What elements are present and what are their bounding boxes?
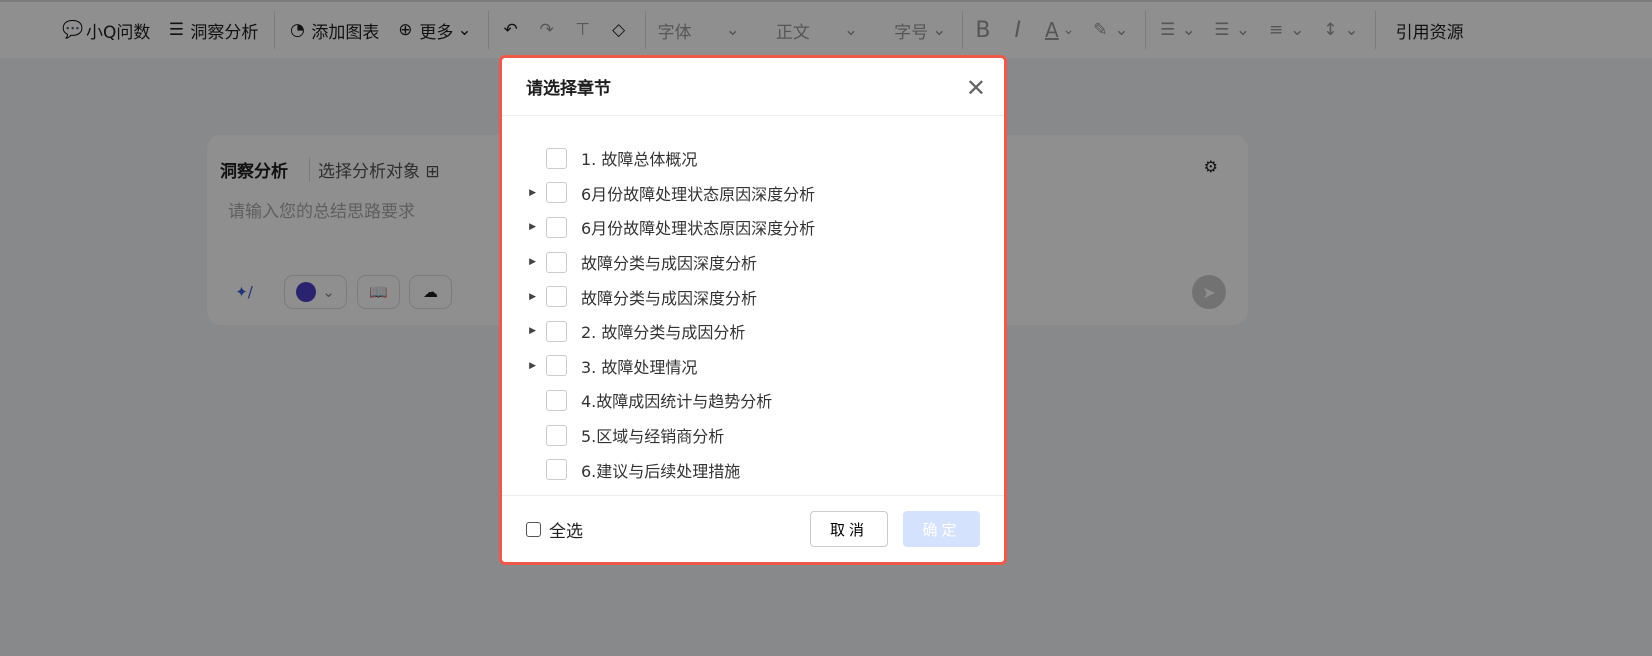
confirm-button[interactable]: 确定 bbox=[903, 511, 980, 547]
checkbox[interactable] bbox=[546, 286, 567, 308]
chapter-item[interactable]: ▶ 3. 故障处理情况 bbox=[502, 349, 1004, 384]
expand-arrow-icon[interactable]: ▶ bbox=[502, 257, 546, 267]
chapter-item[interactable]: ▶ 2. 故障分类与成因分析 bbox=[502, 314, 1004, 349]
chapter-label: 5.区域与经销商分析 bbox=[581, 427, 725, 447]
chapter-label: 故障分类与成因深度分析 bbox=[581, 254, 758, 274]
chapter-label: 1. 故障总体概况 bbox=[581, 150, 698, 170]
checkbox[interactable] bbox=[546, 459, 567, 481]
chapter-label: 6月份故障处理状态原因深度分析 bbox=[581, 219, 816, 239]
chapter-item[interactable]: 5.区域与经销商分析 bbox=[502, 418, 1004, 453]
chapter-label: 6.建议与后续处理措施 bbox=[581, 461, 741, 481]
checkbox[interactable] bbox=[546, 182, 567, 204]
chapter-list: 1. 故障总体概况 ▶ 6月份故障处理状态原因深度分析 ▶ 6月份故障处理状态原因深度分… bbox=[502, 116, 1004, 487]
expand-arrow-icon[interactable]: ▶ bbox=[502, 188, 546, 198]
checkbox[interactable] bbox=[546, 389, 567, 411]
chapter-label: 故障分类与成因深度分析 bbox=[581, 288, 758, 308]
dialog-title: 请选择章节 bbox=[526, 79, 611, 99]
checkbox[interactable] bbox=[546, 320, 567, 342]
chapter-item[interactable]: ▶ 故障分类与成因深度分析 bbox=[502, 245, 1004, 280]
select-all-checkbox[interactable]: 全选 bbox=[526, 517, 583, 542]
chapter-label: 6月份故障处理状态原因深度分析 bbox=[581, 184, 816, 204]
chapter-item[interactable]: ▶ 故障分类与成因深度分析 bbox=[502, 279, 1004, 314]
checkbox[interactable] bbox=[546, 147, 567, 169]
chapter-label: 3. 故障处理情况 bbox=[581, 357, 698, 377]
chapter-item[interactable]: ▶ 6月份故障处理状态原因深度分析 bbox=[502, 176, 1004, 211]
chapter-label: 4.故障成因统计与趋势分析 bbox=[581, 392, 773, 412]
expand-arrow-icon[interactable]: ▶ bbox=[502, 326, 546, 336]
select-chapter-dialog: 请选择章节 ✕ 1. 故障总体概况 ▶ 6月份故障处理状态原因深度分析 ▶ 6月份故障处理… bbox=[499, 55, 1007, 565]
checkbox[interactable] bbox=[546, 424, 567, 446]
expand-arrow-icon[interactable]: ▶ bbox=[502, 222, 546, 232]
chapter-item[interactable]: 6.建议与后续处理措施 bbox=[502, 452, 1004, 487]
checkbox[interactable] bbox=[546, 216, 567, 238]
chapter-item[interactable]: 4.故障成因统计与趋势分析 bbox=[502, 383, 1004, 418]
cancel-button[interactable]: 取消 bbox=[810, 511, 888, 547]
expand-arrow-icon[interactable]: ▶ bbox=[502, 361, 546, 371]
chapter-label: 2. 故障分类与成因分析 bbox=[581, 323, 746, 343]
checkbox[interactable] bbox=[546, 251, 567, 273]
checkbox[interactable] bbox=[546, 355, 567, 377]
close-icon[interactable]: ✕ bbox=[966, 74, 986, 102]
checkbox[interactable] bbox=[526, 521, 541, 537]
chapter-item[interactable]: ▶ 6月份故障处理状态原因深度分析 bbox=[502, 210, 1004, 245]
chapter-item[interactable]: 1. 故障总体概况 bbox=[502, 141, 1004, 176]
expand-arrow-icon[interactable]: ▶ bbox=[502, 292, 546, 302]
